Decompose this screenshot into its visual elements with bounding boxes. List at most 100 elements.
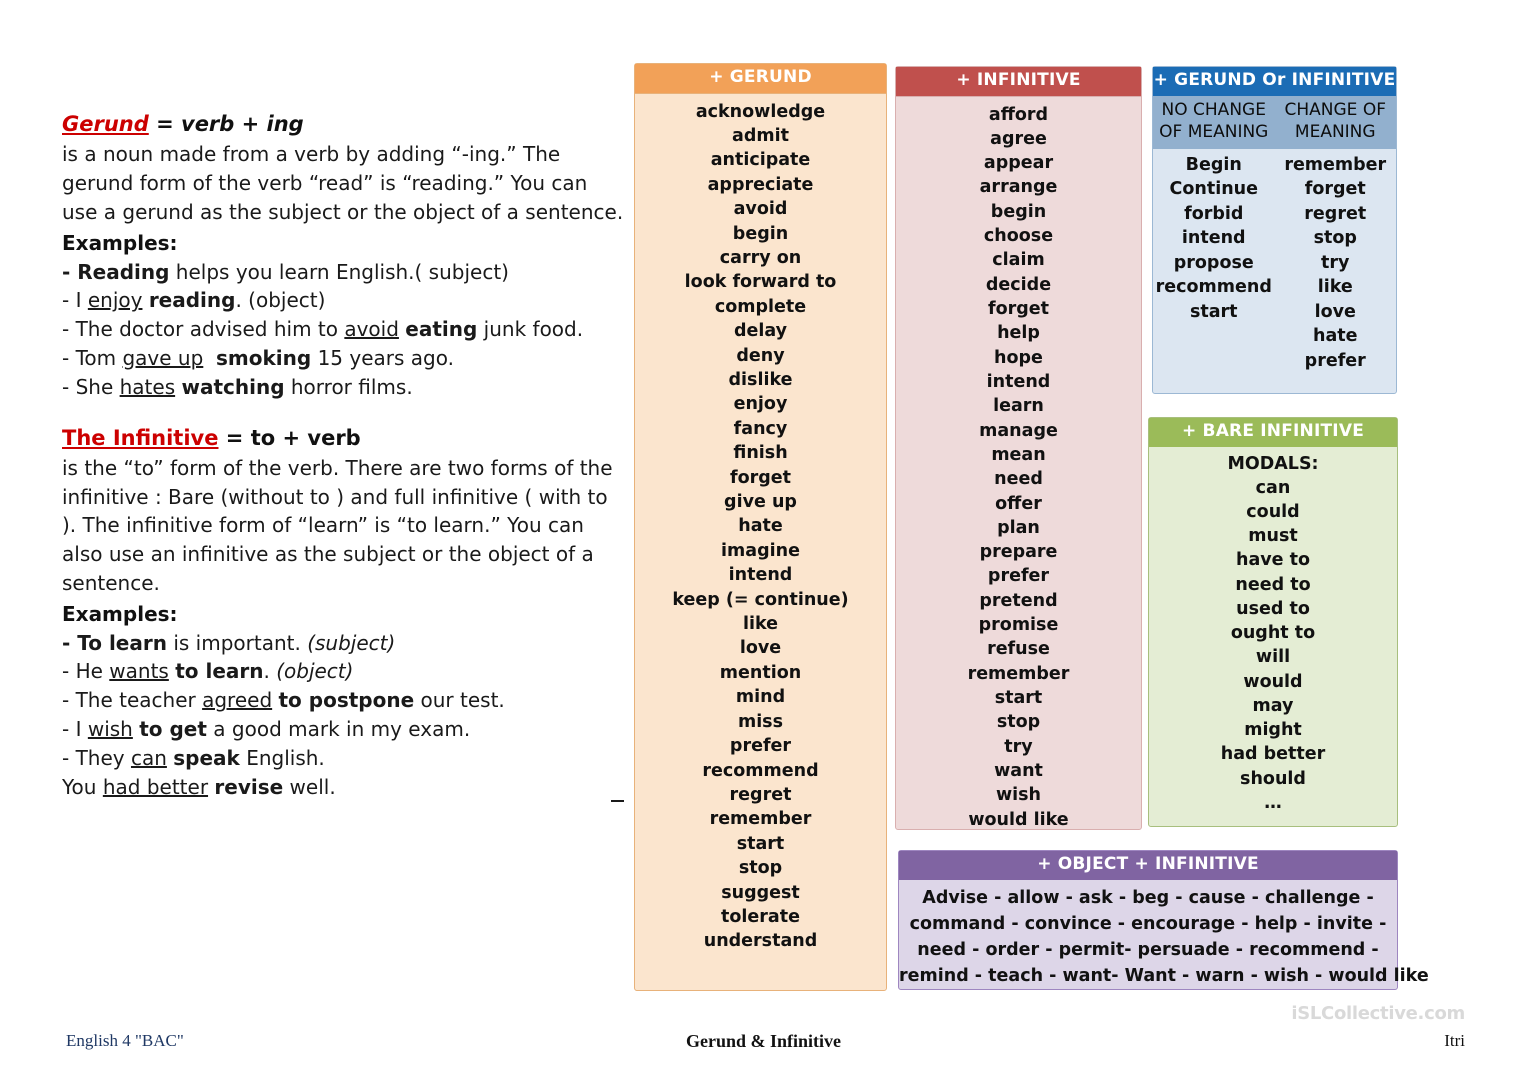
no-change-word: Continue [1169, 179, 1258, 200]
no-change-word: forbid [1184, 203, 1244, 224]
gerund-word: give up [724, 492, 797, 513]
gerund-definition-paragraph: is a noun made from a verb by adding “-i… [62, 142, 624, 224]
gerund-word: fancy [733, 418, 788, 439]
infinitive-word: want [994, 760, 1043, 781]
infinitive-word: stop [996, 712, 1041, 733]
modal-word: must [1248, 526, 1298, 547]
change-word: regret [1304, 203, 1367, 224]
gerund-word: mind [735, 687, 786, 708]
gerund-word: appreciate [707, 174, 814, 195]
infinitive-word: remember [967, 663, 1070, 684]
infinitive-word-list: afford agree appear arrange begin choose claim… [896, 97, 1141, 832]
gerund-word: avoid [733, 199, 788, 220]
gerund-example-2: - I enjoy reading. (object) [62, 288, 326, 313]
modal-word: could [1246, 502, 1300, 523]
gerund-word: complete [714, 296, 807, 317]
no-change-word: recommend [1155, 277, 1272, 298]
infinitive-word: learn [993, 396, 1044, 417]
modal-word: can [1255, 477, 1291, 498]
modal-word: may [1252, 695, 1294, 716]
gerund-word: begin [732, 223, 789, 244]
change-word: remember [1284, 154, 1387, 175]
modal-word: ought to [1230, 623, 1316, 644]
infinitive-word: choose [983, 226, 1054, 247]
gerund-lesson-block: Gerund = verb + ing is a noun made from … [62, 110, 627, 402]
change-word: love [1314, 301, 1356, 322]
gerund-word: dislike [728, 370, 793, 391]
infinitive-example-2: - He wants to learn. (object) [62, 659, 354, 684]
modal-word: had better [1220, 744, 1326, 765]
gerund-heading-term: Gerund [62, 112, 149, 136]
infinitive-word: offer [995, 493, 1042, 514]
gerund-word: forget [729, 467, 792, 488]
infinitive-examples-label: Examples: [62, 601, 178, 626]
infinitive-heading-rest: = to + verb [218, 425, 361, 450]
infinitive-word: manage [979, 420, 1058, 441]
infinitive-word: wish [995, 785, 1042, 806]
infinitive-definition-paragraph: is the “to” form of the verb. There are … [62, 455, 613, 596]
infinitive-word: claim [992, 250, 1045, 271]
footer-title: Gerund & Infinitive [685, 1031, 841, 1051]
gerund-example-3: - The doctor advised him to avoid eating… [62, 317, 584, 342]
footer-author: Itri [1444, 1031, 1465, 1050]
infinitive-word: intend [986, 371, 1051, 392]
gerund-word: regret [729, 784, 792, 805]
gerund-word: love [739, 638, 782, 659]
gerund-word: like [742, 614, 779, 635]
modal-word: might [1244, 720, 1302, 741]
gerund-or-infinitive-subheaders: NO CHANGE OF MEANING CHANGE OF MEANING [1153, 95, 1396, 149]
infinitive-word: would like [968, 809, 1069, 830]
gerund-word: enjoy [733, 394, 788, 415]
gerund-word: remember [709, 809, 812, 830]
gerund-or-infinitive-columns: Begin Continue forbid intend propose recommen… [1153, 149, 1396, 374]
infinitive-word: agree [990, 128, 1047, 149]
infinitive-word: refuse [987, 639, 1050, 660]
infinitive-word: afford [988, 104, 1049, 125]
gerund-word: look forward to [684, 272, 837, 293]
card-infinitive-title: + INFINITIVE [896, 67, 1141, 97]
no-change-word: propose [1173, 252, 1254, 273]
gerund-word: mention [719, 662, 802, 683]
infinitive-word: begin [990, 201, 1047, 222]
gerund-examples-label: Examples: [62, 230, 178, 255]
gerund-word: keep (= continue) [672, 589, 849, 610]
object-infinitive-line: command - convince - encourage - help - … [909, 913, 1387, 934]
no-change-word-list: Begin Continue forbid intend propose recommen… [1153, 153, 1275, 374]
object-infinitive-line: remind - teach - want- Want - warn - wis… [899, 966, 1429, 987]
object-infinitive-verb-lines: Advise - allow - ask - beg - cause - cha… [899, 880, 1429, 990]
infinitive-word: need [994, 469, 1043, 490]
modal-word: … [1264, 792, 1282, 813]
infinitive-example-5: - They can speak English. [62, 745, 325, 770]
gerund-word: admit [732, 125, 789, 146]
no-change-word: Begin [1185, 154, 1242, 175]
object-infinitive-line: Advise - allow - ask - beg - cause - cha… [922, 887, 1374, 908]
card-gerund-title: + GERUND [635, 64, 886, 94]
card-object-infinitive: + OBJECT + INFINITIVE Advise - allow - a… [898, 850, 1429, 990]
change-word: hate [1312, 326, 1358, 347]
card-bare-infinitive-title: + BARE INFINITIVE [1149, 418, 1397, 447]
card-object-infinitive-title: + OBJECT + INFINITIVE [899, 851, 1397, 880]
change-word: try [1321, 252, 1350, 273]
modal-words: can could must have to need to used to ought t… [1149, 476, 1397, 815]
infinitive-word: prefer [987, 566, 1050, 587]
card-gerund-or-infinitive-title: + GERUND Or INFINITIVE [1153, 67, 1396, 96]
gerund-word: acknowledge [695, 101, 826, 122]
gerund-word: stop [738, 858, 783, 879]
gerund-word: anticipate [710, 150, 811, 171]
infinitive-lesson-block: The Infinitive = to + verb is the “to” f… [62, 424, 627, 802]
card-gerund-or-infinitive: + GERUND Or INFINITIVE NO CHANGE OF MEAN… [1152, 66, 1397, 394]
infinitive-word: try [1004, 736, 1033, 757]
no-change-word: intend [1181, 228, 1246, 249]
subheader-no-change-of-meaning: NO CHANGE OF MEANING [1159, 99, 1269, 143]
infinitive-word: promise [978, 615, 1059, 636]
gerund-word: delay [733, 321, 788, 342]
gerund-word: prefer [729, 736, 792, 757]
infinitive-example-3: - The teacher agreed to postpone our tes… [62, 688, 505, 713]
gerund-word: imagine [721, 540, 800, 561]
gerund-word: suggest [721, 882, 800, 903]
gerund-word: hate [738, 516, 783, 537]
gerund-word: deny [736, 345, 785, 366]
modal-word: will [1255, 647, 1291, 668]
infinitive-word: mean [991, 444, 1046, 465]
gerund-example-5: - She hates watching horror films. [62, 374, 413, 399]
